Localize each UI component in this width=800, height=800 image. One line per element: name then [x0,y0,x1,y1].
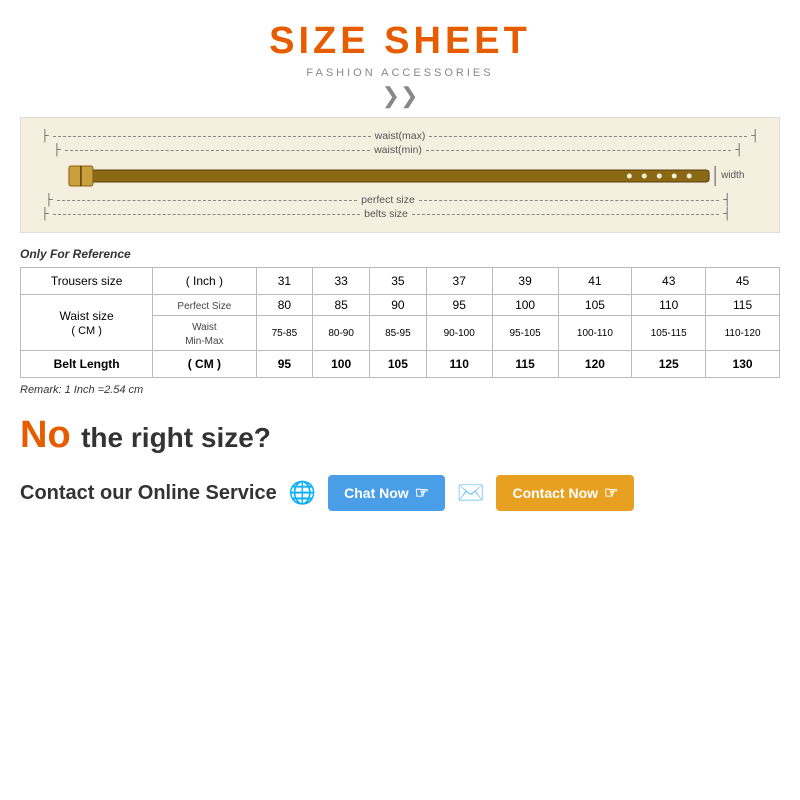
contact-label: Contact our Online Service [20,482,277,505]
wm-33: 80-90 [313,316,370,351]
chat-now-button[interactable]: Chat Now ☞ [328,475,445,511]
bl-39: 115 [492,351,558,378]
contact-now-label: Contact Now [512,485,598,501]
col-43: 43 [632,268,706,295]
contact-now-button[interactable]: Contact Now ☞ [496,475,634,511]
ps-35: 90 [370,295,427,316]
size-table: Trousers size ( Inch ) 31 33 35 37 39 41… [20,267,780,378]
col-39: 39 [492,268,558,295]
ps-37: 95 [426,295,492,316]
bl-45: 130 [706,351,780,378]
bl-43: 125 [632,351,706,378]
ps-39: 100 [492,295,558,316]
chat-icon: 🌐 [289,480,316,506]
chevron-icon: ❯❯ [382,85,419,107]
inch-header: ( Inch ) [153,268,256,295]
waist-max-label: waist(max) [375,130,426,142]
col-45: 45 [706,268,780,295]
bl-41: 120 [558,351,632,378]
col-37: 37 [426,268,492,295]
col-33: 33 [313,268,370,295]
belt-visual: width [41,162,759,190]
envelope-icon: ✉️ [457,480,484,506]
belts-size-label: belts size [364,208,408,220]
belt-length-label: Belt Length [21,351,153,378]
wm-31: 75-85 [256,316,313,351]
no-section: No the right size? [20,414,780,457]
trousers-size-header: Trousers size [21,268,153,295]
bl-31: 95 [256,351,313,378]
belts-size-row: ├ belts size ┤ [41,208,759,220]
subtitle: FASHION ACCESSORIES [306,67,493,79]
ps-31: 80 [256,295,313,316]
wm-41: 100-110 [558,316,632,351]
ps-41: 105 [558,295,632,316]
hand-icon-chat: ☞ [415,483,429,503]
bl-37: 110 [426,351,492,378]
perfect-size-row: ├ perfect size ┤ [41,194,759,206]
wm-35: 85-95 [370,316,427,351]
col-35: 35 [370,268,427,295]
ps-43: 110 [632,295,706,316]
belt-diagram: ├ waist(max) ┤ ├ waist(min) ┤ [20,117,780,233]
chat-now-label: Chat Now [344,485,409,501]
no-text: No [20,414,71,456]
ps-45: 115 [706,295,780,316]
perfect-size-sublabel: Perfect Size [153,295,256,316]
col-31: 31 [256,268,313,295]
wm-45: 110-120 [706,316,780,351]
waist-minmax-sublabel: WaistMin-Max [153,316,256,351]
svg-text:width: width [720,170,744,181]
wm-43: 105-115 [632,316,706,351]
bl-33: 100 [313,351,370,378]
ref-note: Only For Reference [20,247,780,261]
wm-37: 90-100 [426,316,492,351]
ps-33: 85 [313,295,370,316]
contact-row: Contact our Online Service 🌐 Chat Now ☞ … [20,475,780,511]
col-41: 41 [558,268,632,295]
no-rest-text: the right size? [81,422,271,453]
waist-size-label: Waist size( CM ) [21,295,153,351]
belt-length-row: Belt Length ( CM ) 95 100 105 110 115 12… [21,351,780,378]
remark: Remark: 1 Inch =2.54 cm [20,384,780,396]
page-title: SIZE SHEET [269,20,531,63]
perfect-size-label: perfect size [361,194,415,206]
wm-39: 95-105 [492,316,558,351]
table-header-row: Trousers size ( Inch ) 31 33 35 37 39 41… [21,268,780,295]
bl-35: 105 [370,351,427,378]
hand-icon-contact: ☞ [604,483,618,503]
perfect-size-row: Waist size( CM ) Perfect Size 80 85 90 9… [21,295,780,316]
waist-max-row: ├ waist(max) ┤ [41,130,759,142]
belt-length-unit: ( CM ) [153,351,256,378]
waist-min-label: waist(min) [374,144,422,156]
waist-min-row: ├ waist(min) ┤ [41,144,759,156]
